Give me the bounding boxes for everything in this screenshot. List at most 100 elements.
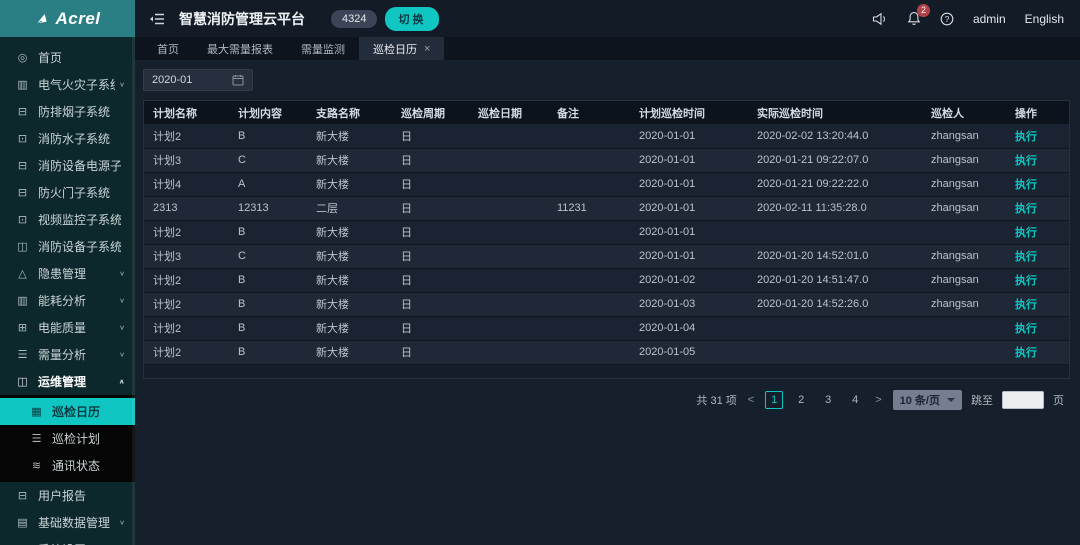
- sidebar-item[interactable]: ⊟ 防排烟子系统: [0, 98, 135, 125]
- menu-item-icon: ▦: [29, 405, 44, 418]
- cell-cycle: 日: [392, 292, 469, 316]
- page-size-select[interactable]: 10 条/页: [893, 390, 962, 410]
- cell-planned-time: 2020-01-02: [630, 268, 748, 292]
- cell-action: 执行: [1006, 340, 1070, 364]
- execute-link[interactable]: 执行: [1015, 227, 1037, 239]
- execute-link[interactable]: 执行: [1015, 299, 1037, 311]
- sidebar-item[interactable]: ▤ 基础数据管理 ∨: [0, 509, 135, 536]
- close-tab-icon[interactable]: ×: [424, 43, 430, 55]
- table-header-cell: 巡检日期: [469, 101, 548, 124]
- chevron-down-icon: [947, 398, 955, 402]
- sidebar-submenu-group: ▦ 巡检日历 ☰ 巡检计划 ≋ 通讯状态: [0, 395, 135, 482]
- svg-text:?: ?: [945, 14, 950, 24]
- cell-branch-name: 新大楼: [307, 220, 392, 244]
- tab-label: 需量监测: [301, 41, 345, 57]
- cell-action: 执行: [1006, 196, 1070, 220]
- table-header-cell: 备注: [548, 101, 630, 124]
- user-menu[interactable]: admin: [973, 12, 1006, 26]
- topbar-right: 2 ? admin English: [872, 11, 1064, 26]
- menu-item-icon: ☰: [15, 348, 30, 361]
- sidebar-item[interactable]: ⊟ 消防设备电源子系统: [0, 152, 135, 179]
- tab-home[interactable]: 首页: [143, 37, 193, 60]
- menu-item-label: 系统设置: [38, 541, 115, 545]
- sidebar-item[interactable]: ☰ 需量分析 ∨: [0, 341, 135, 368]
- cell-plan-content: B: [229, 268, 307, 292]
- execute-link[interactable]: 执行: [1015, 131, 1037, 143]
- execute-link[interactable]: 执行: [1015, 275, 1037, 287]
- cell-action: 执行: [1006, 220, 1070, 244]
- volume-icon[interactable]: [872, 12, 888, 26]
- sidebar-item[interactable]: ⊡ 视频监控子系统: [0, 206, 135, 233]
- cell-actual-time: 2020-02-11 11:35:28.0: [748, 196, 922, 220]
- table-row: 计划4 A 新大楼 日 2020-01-01 2020-01-21 09:22:…: [144, 172, 1070, 196]
- sidebar-item[interactable]: ⊟ 用户报告: [0, 482, 135, 509]
- menu-item-icon: ⊡: [15, 132, 30, 145]
- cell-action: 执行: [1006, 268, 1070, 292]
- cell-plan-name: 2313: [144, 196, 229, 220]
- execute-link[interactable]: 执行: [1015, 179, 1037, 191]
- chevron-icon: ∨: [119, 297, 125, 304]
- table-body: 计划2 B 新大楼 日 2020-01-01 2020-02-02 13:20:…: [144, 124, 1070, 364]
- page-4[interactable]: 4: [846, 391, 864, 409]
- tab-demand-monitor[interactable]: 需量监测: [287, 37, 359, 60]
- cell-inspector: zhangsan: [922, 124, 1006, 148]
- switch-button[interactable]: 切换: [385, 7, 439, 31]
- inspection-table: 计划名称计划内容支路名称巡检周期巡检日期备注计划巡检时间实际巡检时间巡检人操作 …: [144, 101, 1070, 365]
- table-row: 计划2 B 新大楼 日 2020-01-02 2020-01-20 14:51:…: [144, 268, 1070, 292]
- cell-actual-time: [748, 340, 922, 364]
- sidebar-subitem[interactable]: ▦ 巡检日历: [0, 398, 135, 425]
- sidebar-subitem[interactable]: ≋ 通讯状态: [0, 452, 135, 479]
- execute-link[interactable]: 执行: [1015, 155, 1037, 167]
- language-switch[interactable]: English: [1025, 12, 1064, 26]
- sidebar-item[interactable]: ▥ 能耗分析 ∨: [0, 287, 135, 314]
- cell-branch-name: 新大楼: [307, 268, 392, 292]
- execute-link[interactable]: 执行: [1015, 203, 1037, 215]
- sidebar-item[interactable]: ◎ 首页: [0, 44, 135, 71]
- cell-actual-time: 2020-02-02 13:20:44.0: [748, 124, 922, 148]
- sidebar-item[interactable]: ⊟ 防火门子系统: [0, 179, 135, 206]
- execute-link[interactable]: 执行: [1015, 347, 1037, 359]
- cell-cycle: 日: [392, 340, 469, 364]
- sidebar-item[interactable]: ▥ 电气火灾子系统 ∨: [0, 71, 135, 98]
- page-2[interactable]: 2: [792, 391, 810, 409]
- execute-link[interactable]: 执行: [1015, 251, 1037, 263]
- menu-item-icon: ☰: [29, 432, 44, 445]
- tab-inspection-calendar[interactable]: 巡检日历 ×: [359, 37, 444, 60]
- jump-page-input[interactable]: [1002, 391, 1044, 409]
- sidebar-item[interactable]: ⊡ 消防水子系统: [0, 125, 135, 152]
- cell-cycle: 日: [392, 124, 469, 148]
- tab-max-demand-report[interactable]: 最大需量报表: [193, 37, 287, 60]
- page-3[interactable]: 3: [819, 391, 837, 409]
- sidebar-item[interactable]: ◫ 消防设备子系统: [0, 233, 135, 260]
- page-1[interactable]: 1: [765, 391, 783, 409]
- cell-inspector: [922, 316, 1006, 340]
- sidebar-item[interactable]: ⚙ 系统设置 ∨: [0, 536, 135, 545]
- cell-planned-time: 2020-01-01: [630, 148, 748, 172]
- toolbar: 2020-01: [143, 66, 1070, 100]
- sidebar-item[interactable]: ⊞ 电能质量 ∨: [0, 314, 135, 341]
- sidebar-item[interactable]: △ 隐患管理 ∨: [0, 260, 135, 287]
- help-icon[interactable]: ?: [940, 12, 954, 26]
- bell-icon[interactable]: 2: [907, 11, 921, 26]
- cell-plan-name: 计划3: [144, 244, 229, 268]
- menu-fold-icon[interactable]: [149, 12, 165, 26]
- menu-item-label: 需量分析: [38, 346, 115, 363]
- project-badge[interactable]: 4324: [331, 10, 377, 28]
- menu-item-label: 基础数据管理: [38, 514, 115, 531]
- sidebar-menu: ◎ 首页 ▥ 电气火灾子系统 ∨ ⊟ 防排烟子系统 ⊡ 消防水子系统 ⊟: [0, 37, 135, 545]
- sidebar-subitem[interactable]: ☰ 巡检计划: [0, 425, 135, 452]
- menu-item-label: 通讯状态: [52, 457, 121, 474]
- prev-page-icon[interactable]: <: [746, 394, 756, 406]
- chevron-icon: ∨: [119, 324, 125, 331]
- execute-link[interactable]: 执行: [1015, 323, 1037, 335]
- app-root: Acrel ◎ 首页 ▥ 电气火灾子系统 ∨ ⊟ 防排烟子系统 ⊡ 消防水子系统: [0, 0, 1080, 545]
- menu-item-label: 巡检计划: [52, 430, 121, 447]
- cell-plan-name: 计划2: [144, 220, 229, 244]
- sidebar-item[interactable]: ◫ 运维管理 ∧: [0, 368, 135, 395]
- month-picker[interactable]: 2020-01: [143, 69, 253, 91]
- main-area: 智慧消防管理云平台 4324 切换 2: [135, 0, 1080, 545]
- table-row: 计划2 B 新大楼 日 2020-01-01 执行: [144, 220, 1070, 244]
- next-page-icon[interactable]: >: [873, 394, 883, 406]
- cell-plan-name: 计划2: [144, 340, 229, 364]
- cell-branch-name: 新大楼: [307, 340, 392, 364]
